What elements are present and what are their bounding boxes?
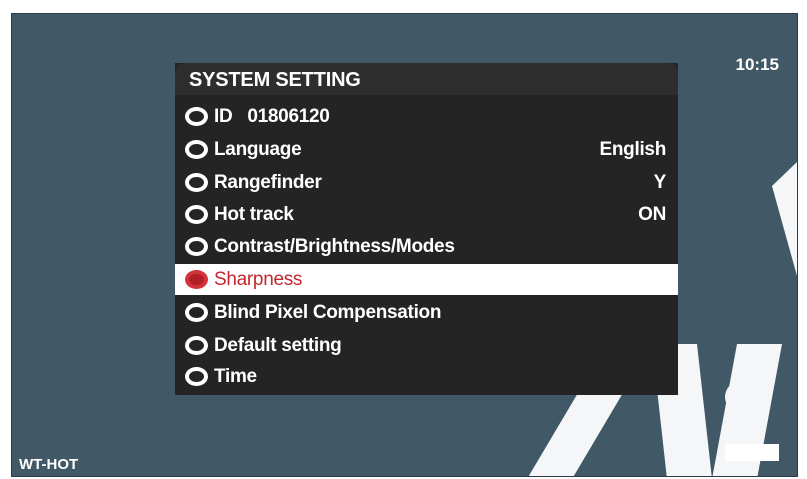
menu-item-label: ID 01806120 <box>214 105 330 127</box>
model-name: WT-HOT <box>19 456 79 473</box>
radio-ring-icon <box>185 367 208 386</box>
menu-item-label: Blind Pixel Compensation <box>214 301 442 323</box>
system-setting-menu: SYSTEM SETTING ID 01806120 Language Engl… <box>175 63 678 395</box>
menu-item-label: Language <box>214 138 302 160</box>
menu-item-label: Hot track <box>214 203 294 225</box>
menu-item-hot-track[interactable]: Hot track ON <box>175 199 678 230</box>
radio-ring-icon <box>185 336 208 355</box>
radio-ring-icon <box>185 205 208 224</box>
radio-ring-icon <box>185 303 208 322</box>
menu-item-value: ON <box>638 203 666 225</box>
menu-item-label: Rangefinder <box>214 171 322 193</box>
battery-icon <box>725 444 779 461</box>
menu-item-language[interactable]: Language English <box>175 134 678 165</box>
menu-item-label: Default setting <box>214 334 342 356</box>
menu-item-default-setting[interactable]: Default setting <box>175 330 678 361</box>
radio-ring-icon <box>185 237 208 256</box>
radio-selected-icon <box>185 270 208 289</box>
radio-ring-icon <box>185 107 208 126</box>
menu-item-rangefinder[interactable]: Rangefinder Y <box>175 167 678 198</box>
menu-item-id[interactable]: ID 01806120 <box>175 101 678 132</box>
menu-title: SYSTEM SETTING <box>175 63 678 95</box>
device-screen: 10:15 SYSTEM SETTING ID 01806120 Languag… <box>11 13 798 477</box>
menu-item-label: Time <box>214 365 257 387</box>
menu-item-time[interactable]: Time <box>175 361 678 392</box>
menu-item-blind-pixel-compensation[interactable]: Blind Pixel Compensation <box>175 297 678 328</box>
menu-item-value: English <box>599 138 666 160</box>
menu-item-label: Contrast/Brightness/Modes <box>214 235 455 257</box>
menu-item-value: Y <box>653 171 667 193</box>
menu-item-contrast-brightness-modes[interactable]: Contrast/Brightness/Modes <box>175 231 678 262</box>
radio-ring-icon <box>185 173 208 192</box>
radio-ring-icon <box>185 140 208 159</box>
clock-display: 10:15 <box>735 55 779 74</box>
menu-item-sharpness[interactable]: Sharpness <box>175 264 678 295</box>
menu-item-label: Sharpness <box>214 268 303 290</box>
